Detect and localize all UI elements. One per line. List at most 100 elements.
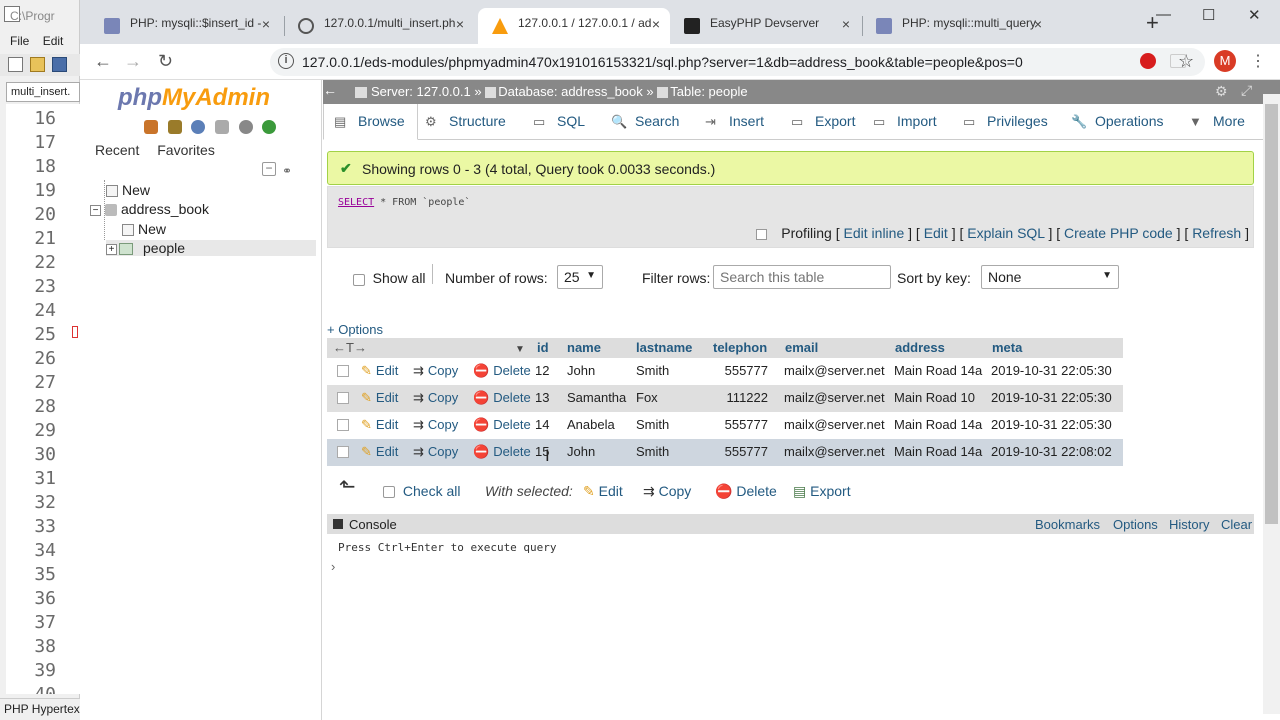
column-header-id[interactable]: id: [537, 338, 549, 358]
save-icon[interactable]: [52, 57, 67, 72]
console-bar[interactable]: Console Bookmarks Options History Clear: [327, 514, 1254, 534]
recent-tab[interactable]: Recent: [95, 142, 139, 158]
address-bar[interactable]: i 127.0.0.1/eds-modules/phpmyadmin470x19…: [270, 48, 1205, 76]
tab-close-icon[interactable]: ×: [1034, 16, 1042, 32]
collapse-nav-arrow-icon[interactable]: ←: [323, 82, 337, 98]
tab-close-icon[interactable]: ×: [652, 16, 660, 32]
cell-telephon[interactable]: 555777: [712, 444, 768, 459]
column-header-name[interactable]: name: [567, 338, 601, 358]
tree-table-people[interactable]: + people: [106, 240, 316, 256]
cell-meta[interactable]: 2019-10-31 22:05:30: [991, 417, 1112, 432]
create-php-code-link[interactable]: Create PHP code: [1064, 225, 1173, 241]
edit-inline-link[interactable]: Edit inline: [844, 225, 905, 241]
tree-database-address-book[interactable]: − address_book: [90, 201, 209, 217]
settings-gear-icon[interactable]: [238, 120, 253, 134]
check-all-checkbox[interactable]: [383, 486, 395, 499]
cell-address[interactable]: Main Road 10: [894, 390, 975, 405]
reload-navigation-icon[interactable]: [262, 120, 277, 134]
breadcrumb-table[interactable]: Table: people: [670, 84, 747, 99]
row-checkbox[interactable]: [337, 446, 349, 458]
tab-structure[interactable]: ⚙ Structure: [415, 104, 518, 140]
cell-address[interactable]: Main Road 14a: [894, 444, 982, 459]
row-copy-button[interactable]: ⇉ Copy: [413, 417, 458, 433]
tab-close-icon[interactable]: ×: [456, 16, 464, 32]
tree-new-database[interactable]: New: [106, 182, 150, 198]
tab-insert[interactable]: ⇥ Insert: [695, 104, 776, 140]
profile-avatar[interactable]: M: [1214, 50, 1236, 72]
tab-close-icon[interactable]: ×: [262, 16, 270, 32]
row-checkbox[interactable]: [337, 365, 349, 377]
collapse-node-icon[interactable]: −: [90, 204, 101, 216]
console-options-link[interactable]: Options: [1113, 517, 1158, 532]
edit-query-link[interactable]: Edit: [924, 225, 948, 241]
breadcrumb-database[interactable]: Database: address_book: [498, 84, 643, 99]
browser-tab-phpmyadmin[interactable]: 127.0.0.1 / 127.0.0.1 / ad ×: [478, 8, 670, 44]
logout-icon[interactable]: [167, 120, 182, 134]
row-delete-button[interactable]: ⛔ Delete: [473, 390, 531, 406]
browser-tab-easyphp[interactable]: EasyPHP Devserver ×: [670, 8, 860, 44]
tab-operations[interactable]: 🔧 Operations: [1061, 104, 1175, 140]
row-delete-button[interactable]: ⛔ Delete: [473, 417, 531, 433]
collapse-all-icon[interactable]: −: [262, 162, 276, 176]
console-clear-link[interactable]: Clear: [1221, 517, 1252, 532]
help-icon[interactable]: [191, 120, 206, 134]
extension-icon[interactable]: [1170, 54, 1186, 68]
console-history-link[interactable]: History: [1169, 517, 1209, 532]
bulk-copy-button[interactable]: ⇉ Copy: [643, 483, 691, 500]
options-toggle[interactable]: + Options: [327, 322, 383, 337]
cell-email[interactable]: mailx@server.net: [784, 417, 885, 432]
cell-id[interactable]: 14: [535, 417, 549, 432]
phpmyadmin-logo[interactable]: phpMyAdmin: [118, 84, 270, 112]
table-row[interactable]: ✎ Edit ⇉ Copy ⛔ Delete 15 John Smith 555777 mailx@…: [327, 439, 1123, 466]
minimize-button[interactable]: —: [1156, 6, 1171, 23]
column-header-lastname[interactable]: lastname: [636, 338, 692, 358]
refresh-link[interactable]: Refresh: [1192, 225, 1241, 241]
tab-browse[interactable]: ▤ Browse: [323, 104, 418, 140]
num-rows-select[interactable]: 25 ▼: [557, 265, 603, 289]
docs-icon[interactable]: [214, 120, 229, 134]
tab-privileges[interactable]: ▭ Privileges: [953, 104, 1060, 140]
sort-by-key-select[interactable]: None ▼: [981, 265, 1119, 289]
show-all-control[interactable]: Show all: [353, 270, 426, 286]
cell-meta[interactable]: 2019-10-31 22:08:02: [991, 444, 1112, 459]
browser-menu-icon[interactable]: ⋮: [1250, 51, 1266, 71]
row-delete-button[interactable]: ⛔ Delete: [473, 363, 531, 379]
tab-more[interactable]: ▼ More: [1179, 104, 1257, 140]
console-bookmarks-link[interactable]: Bookmarks: [1035, 517, 1100, 532]
cell-lastname[interactable]: Smith: [636, 417, 669, 432]
link-with-main-icon[interactable]: ⚭: [282, 164, 292, 178]
cell-email[interactable]: mailx@server.net: [784, 444, 885, 459]
cell-lastname[interactable]: Smith: [636, 363, 669, 378]
cell-name[interactable]: John: [567, 444, 595, 459]
browser-tab-multi-query[interactable]: PHP: mysqli::multi_query ×: [862, 8, 1052, 44]
cell-meta[interactable]: 2019-10-31 22:05:30: [991, 363, 1112, 378]
cell-email[interactable]: mailx@server.net: [784, 363, 885, 378]
cell-address[interactable]: Main Road 14a: [894, 417, 982, 432]
scrollbar-thumb[interactable]: [1265, 104, 1278, 524]
browser-tab-multi-insert[interactable]: 127.0.0.1/multi_insert.ph ×: [284, 8, 474, 44]
sql-query-text[interactable]: SELECT * FROM `people`: [338, 197, 470, 208]
cell-email[interactable]: mailz@server.net: [784, 390, 885, 405]
editor-menu-file[interactable]: File: [10, 34, 29, 48]
tab-close-icon[interactable]: ×: [842, 16, 850, 32]
check-all-control[interactable]: Check all: [383, 483, 460, 499]
console-prompt[interactable]: ›: [331, 559, 335, 574]
url-text[interactable]: 127.0.0.1/eds-modules/phpmyadmin470x1910…: [302, 54, 1023, 70]
bulk-edit-button[interactable]: ✎ Edit: [583, 483, 623, 500]
filter-rows-input[interactable]: [713, 265, 891, 289]
cell-name[interactable]: John: [567, 363, 595, 378]
cell-address[interactable]: Main Road 14a: [894, 363, 982, 378]
new-file-icon[interactable]: [8, 57, 23, 72]
row-delete-button[interactable]: ⛔ Delete: [473, 444, 531, 460]
check-all-label[interactable]: Check all: [403, 483, 461, 499]
tree-new-table[interactable]: New: [122, 221, 166, 237]
tab-search[interactable]: 🔍 Search: [601, 104, 691, 140]
column-header-meta[interactable]: meta: [992, 338, 1022, 358]
maximize-button[interactable]: ☐: [1202, 6, 1215, 24]
close-window-button[interactable]: ✕: [1248, 6, 1261, 24]
column-header-email[interactable]: email: [785, 338, 818, 358]
row-edit-button[interactable]: ✎ Edit: [361, 390, 398, 406]
row-edit-button[interactable]: ✎ Edit: [361, 417, 398, 433]
cell-telephon[interactable]: 555777: [712, 363, 768, 378]
row-copy-button[interactable]: ⇉ Copy: [413, 444, 458, 460]
